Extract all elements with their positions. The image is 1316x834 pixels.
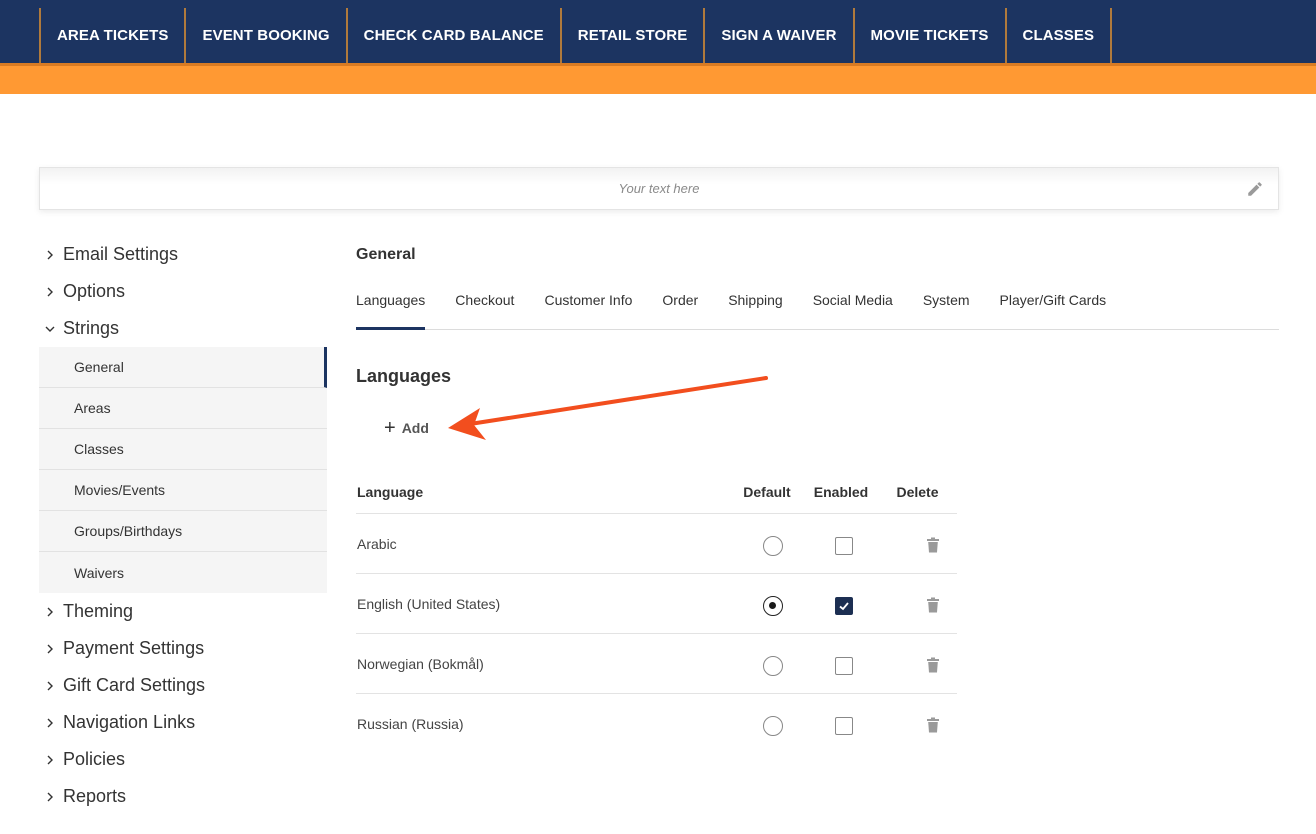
- nav-area-tickets[interactable]: AREA TICKETS: [39, 8, 184, 63]
- sidebar-subitem-general[interactable]: General: [39, 347, 327, 388]
- nav-event-booking[interactable]: EVENT BOOKING: [184, 8, 345, 63]
- nav-retail-store[interactable]: RETAIL STORE: [559, 8, 704, 63]
- chevron-right-icon: [39, 714, 63, 732]
- sidebar-subitem-classes[interactable]: Classes: [39, 429, 327, 470]
- nav-check-card-balance[interactable]: CHECK CARD BALANCE: [345, 8, 560, 63]
- header-language: Language: [357, 483, 424, 500]
- add-language-button[interactable]: + Add: [384, 418, 429, 438]
- languages-heading: Languages: [356, 366, 452, 386]
- add-button-label: Add: [401, 420, 429, 436]
- chevron-right-icon: [39, 751, 63, 769]
- chevron-right-icon: [39, 603, 63, 621]
- sidebar-item-label: Strings: [63, 318, 120, 338]
- sidebar-subitem-movies-events[interactable]: Movies/Events: [39, 470, 327, 511]
- tab-checkout[interactable]: Checkout: [455, 282, 514, 329]
- chevron-right-icon: [39, 283, 63, 301]
- trash-icon[interactable]: [926, 597, 940, 613]
- sidebar-item-label: Theming: [63, 601, 134, 621]
- enabled-checkbox[interactable]: [835, 596, 853, 615]
- header-default: Default: [743, 483, 791, 500]
- sidebar-item-label: Options: [63, 281, 126, 301]
- tab-player-gift-cards[interactable]: Player/Gift Cards: [1000, 282, 1107, 329]
- sidebar-item-theming[interactable]: Theming: [39, 593, 327, 630]
- sidebar-item-payment-settings[interactable]: Payment Settings: [39, 630, 327, 667]
- trash-icon[interactable]: [926, 657, 940, 673]
- strings-submenu: General Areas Classes Movies/Events Grou…: [39, 347, 327, 593]
- default-radio[interactable]: [763, 595, 783, 616]
- tab-system[interactable]: System: [923, 282, 970, 329]
- trash-icon[interactable]: [926, 717, 940, 733]
- sidebar-item-label: Email Settings: [63, 244, 179, 264]
- chevron-right-icon: [39, 640, 63, 658]
- sidebar-item-label: Payment Settings: [63, 638, 205, 658]
- sidebar-item-policies[interactable]: Policies: [39, 741, 327, 778]
- orange-accent-band: [0, 63, 1316, 94]
- nav-sign-a-waiver[interactable]: SIGN A WAIVER: [703, 8, 852, 63]
- settings-sidebar: Email Settings Options Strings General A…: [39, 236, 327, 815]
- trash-icon[interactable]: [926, 537, 940, 553]
- plus-icon: +: [384, 417, 396, 439]
- nav-list: AREA TICKETS EVENT BOOKING CHECK CARD BA…: [39, 8, 1113, 63]
- table-header-row: Language Default Enabled Delete: [356, 470, 957, 514]
- tab-social-media[interactable]: Social Media: [813, 282, 893, 329]
- language-name: English (United States): [357, 595, 501, 612]
- table-row: Russian (Russia): [356, 694, 957, 754]
- default-radio[interactable]: [763, 535, 783, 556]
- banner-placeholder-text: Your text here: [618, 181, 700, 196]
- header-delete: Delete: [896, 483, 939, 500]
- annotation-arrow: [448, 376, 768, 440]
- languages-table: Language Default Enabled Delete Arabic E…: [356, 470, 957, 754]
- tab-languages[interactable]: Languages: [356, 282, 426, 330]
- nav-classes[interactable]: CLASSES: [1004, 8, 1113, 63]
- language-name: Russian (Russia): [357, 716, 464, 732]
- nav-movie-tickets[interactable]: MOVIE TICKETS: [852, 8, 1005, 63]
- pencil-icon[interactable]: [1246, 180, 1264, 198]
- table-row: Arabic: [356, 514, 957, 574]
- enabled-checkbox[interactable]: [835, 536, 853, 555]
- sidebar-item-navigation-links[interactable]: Navigation Links: [39, 704, 327, 741]
- tab-order[interactable]: Order: [662, 282, 698, 329]
- section-title: General: [356, 246, 416, 263]
- header-enabled: Enabled: [813, 483, 869, 500]
- default-radio[interactable]: [763, 655, 783, 676]
- checkmark-icon: [839, 601, 849, 610]
- sidebar-item-label: Policies: [63, 749, 126, 769]
- tab-bar: Languages Checkout Customer Info Order S…: [356, 282, 1279, 330]
- chevron-right-icon: [39, 246, 63, 264]
- sidebar-item-label: Navigation Links: [63, 712, 196, 732]
- sidebar-item-label: Gift Card Settings: [63, 675, 206, 695]
- sidebar-item-strings[interactable]: Strings: [39, 310, 327, 347]
- chevron-right-icon: [39, 788, 63, 806]
- table-row: Norwegian (Bokmål): [356, 634, 957, 694]
- sidebar-item-gift-card-settings[interactable]: Gift Card Settings: [39, 667, 327, 704]
- enabled-checkbox[interactable]: [835, 717, 853, 735]
- language-name: Arabic: [357, 535, 397, 552]
- sidebar-subitem-waivers[interactable]: Waivers: [39, 552, 327, 593]
- sidebar-item-options[interactable]: Options: [39, 273, 327, 310]
- editable-banner[interactable]: Your text here: [39, 167, 1279, 210]
- table-row: English (United States): [356, 574, 957, 634]
- tab-customer-info[interactable]: Customer Info: [544, 282, 632, 329]
- language-name: Norwegian (Bokmål): [357, 655, 484, 672]
- default-radio[interactable]: [763, 716, 783, 736]
- sidebar-item-reports[interactable]: Reports: [39, 778, 327, 815]
- tab-shipping[interactable]: Shipping: [728, 282, 783, 329]
- sidebar-subitem-areas[interactable]: Areas: [39, 388, 327, 429]
- enabled-checkbox[interactable]: [835, 656, 853, 675]
- chevron-down-icon: [39, 320, 63, 338]
- sidebar-item-email-settings[interactable]: Email Settings: [39, 236, 327, 273]
- sidebar-item-label: Reports: [63, 786, 127, 806]
- top-navigation-bar: AREA TICKETS EVENT BOOKING CHECK CARD BA…: [0, 0, 1316, 63]
- chevron-right-icon: [39, 677, 63, 695]
- sidebar-subitem-groups-birthdays[interactable]: Groups/Birthdays: [39, 511, 327, 552]
